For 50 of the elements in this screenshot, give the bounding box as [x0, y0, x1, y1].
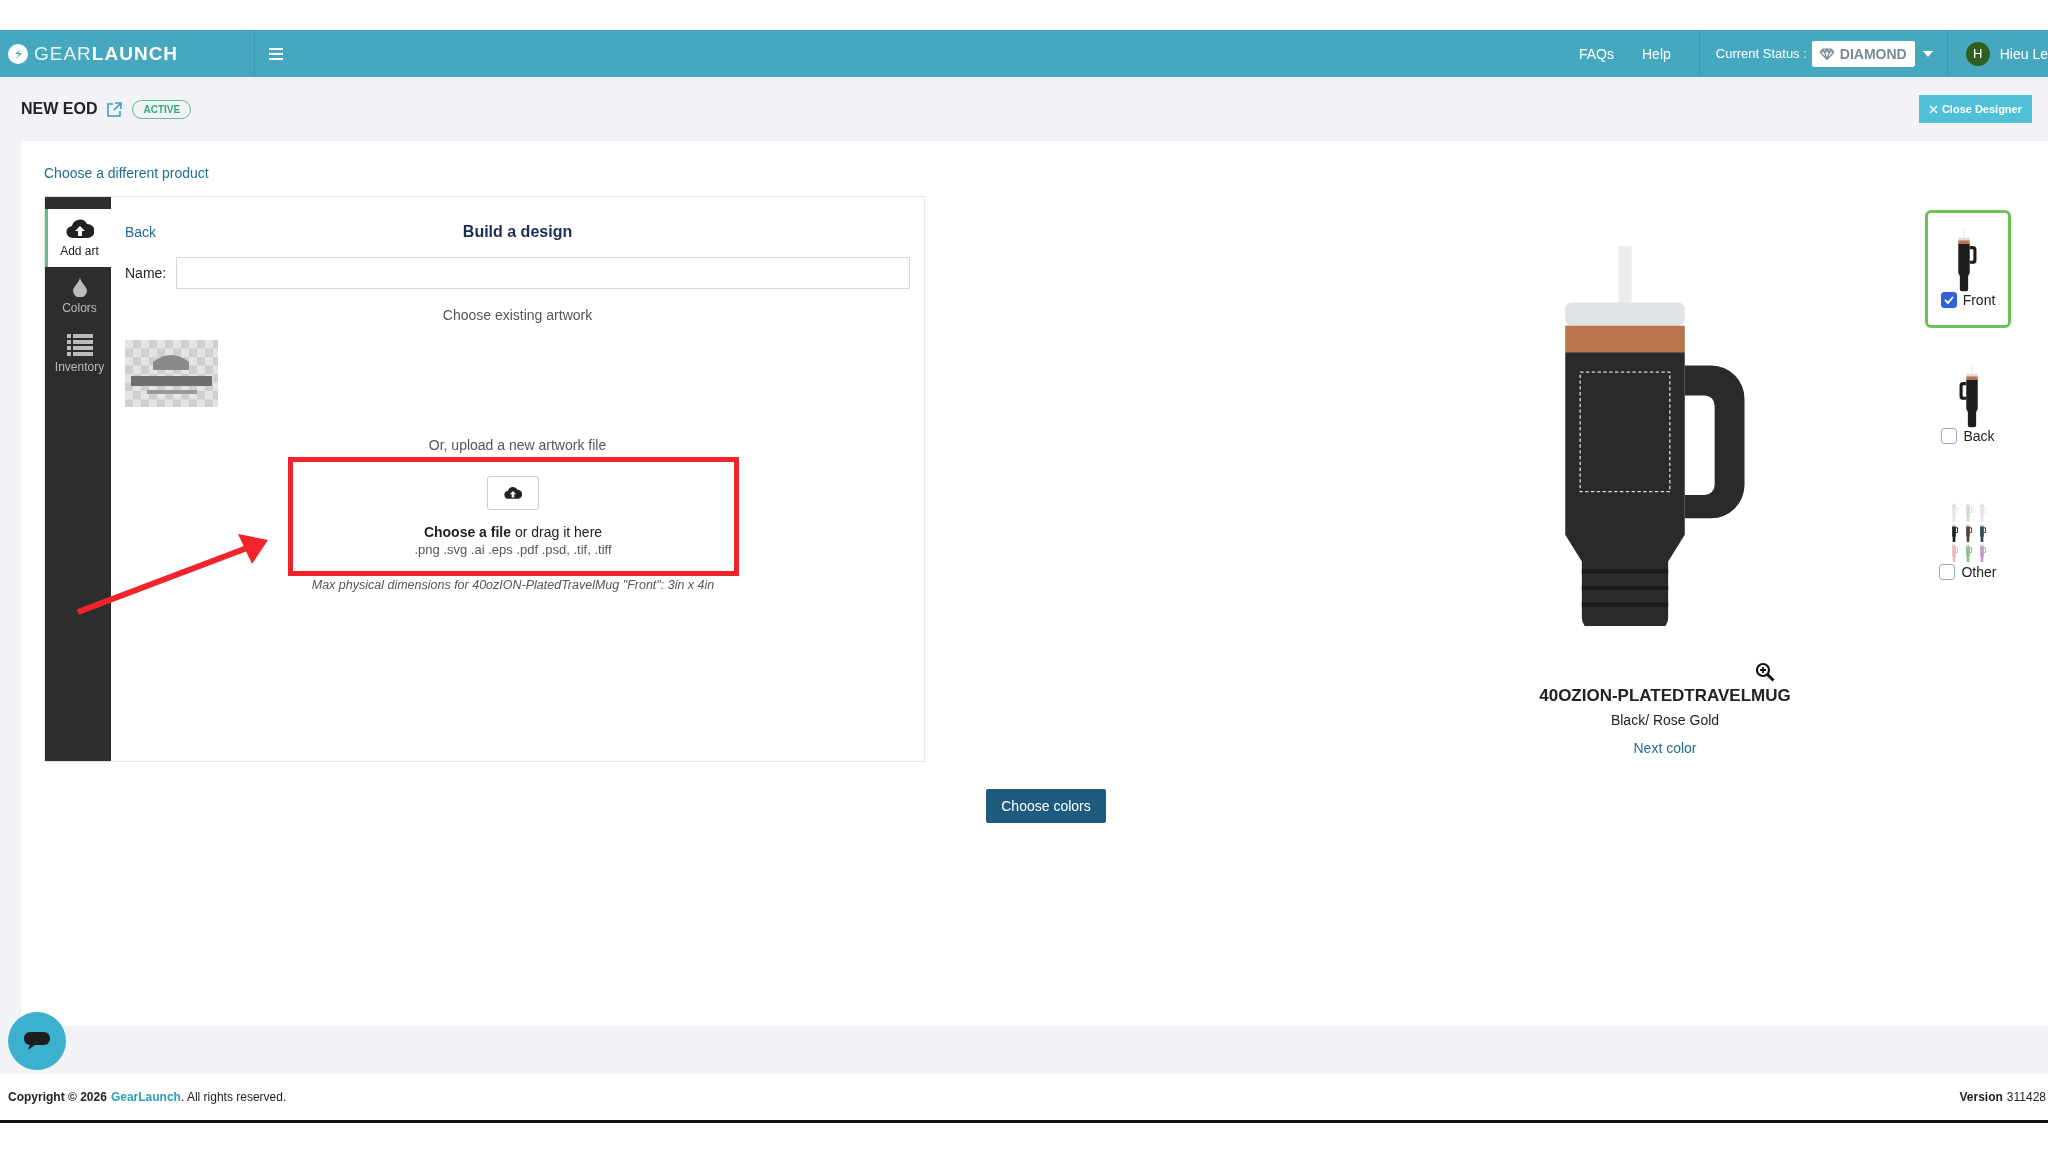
caret-icon[interactable]	[1922, 50, 1933, 57]
dimension-note: Max physical dimensions for 40ozION-PlatedTravelMug "Front": 3in x 4in	[310, 578, 716, 592]
diamond-icon	[1819, 47, 1834, 60]
checkbox[interactable]	[1941, 428, 1958, 444]
view-label: Back	[1963, 428, 1995, 444]
status-dropdown[interactable]: DIAMOND	[1811, 40, 1915, 67]
view-option[interactable]: Front	[1925, 210, 2011, 328]
chat-icon	[24, 1032, 50, 1050]
section-label: Or, upload a new artwork file	[427, 437, 608, 453]
back-link[interactable]: Back	[125, 224, 157, 240]
page-title: NEW EOD	[21, 100, 98, 118]
upload-prompt: Choose a file or drag it here	[423, 524, 603, 540]
copyright-text: Copyright © 2026	[8, 1090, 107, 1104]
check-icon	[1943, 296, 1954, 304]
status-label: Current Status :	[1715, 46, 1807, 61]
product-name: 40OZION-PLATEDTRAVELMUG	[1539, 686, 1791, 706]
checkbox[interactable]	[1940, 292, 1957, 308]
company-link[interactable]: GearLaunch	[110, 1090, 181, 1104]
product-color: Black/ Rose Gold	[1610, 712, 1720, 728]
logo-icon	[8, 43, 28, 64]
version-number: 311428	[2006, 1090, 2046, 1104]
view-option[interactable]: Other	[1925, 482, 2011, 600]
upload-button[interactable]	[487, 476, 539, 510]
user-avatar[interactable]: H	[1965, 41, 1990, 66]
choose-colors-button[interactable]: Choose colors	[986, 789, 1106, 823]
next-color-link[interactable]: Next color	[1633, 740, 1697, 756]
external-link-icon[interactable]	[107, 101, 123, 117]
logo-text: GEARLAUNCH	[34, 42, 179, 65]
sidebar-tab[interactable]: Inventory	[45, 325, 111, 383]
view-label: Front	[1962, 292, 1996, 308]
checkbox[interactable]	[1939, 564, 1956, 580]
version-label: Version	[1959, 1090, 2003, 1104]
cloud-upload-icon	[65, 218, 94, 240]
close-icon	[1928, 104, 1938, 114]
view-option[interactable]: Back	[1925, 346, 2011, 464]
name-field[interactable]	[176, 257, 910, 289]
cloud-upload-icon	[504, 486, 522, 500]
file-formats: .png .svg .ai .eps .pdf .psd, .tif, .tiff	[414, 542, 612, 557]
drop-icon	[72, 277, 87, 297]
rights-text: . All rights reserved.	[180, 1090, 287, 1104]
panel-heading: Build a design	[462, 223, 573, 241]
sidebar-tab[interactable]: Add art	[45, 209, 111, 267]
menu-icon[interactable]	[269, 47, 283, 60]
list-icon	[66, 334, 93, 356]
sidebar-tab[interactable]: Colors	[45, 267, 111, 325]
name-label: Name:	[125, 265, 167, 281]
view-label: Other	[1961, 564, 1997, 580]
section-label: Choose existing artwork	[441, 307, 594, 323]
zoom-in-icon[interactable]	[1755, 662, 1775, 682]
choose-product-link[interactable]: Choose a different product	[44, 165, 209, 181]
